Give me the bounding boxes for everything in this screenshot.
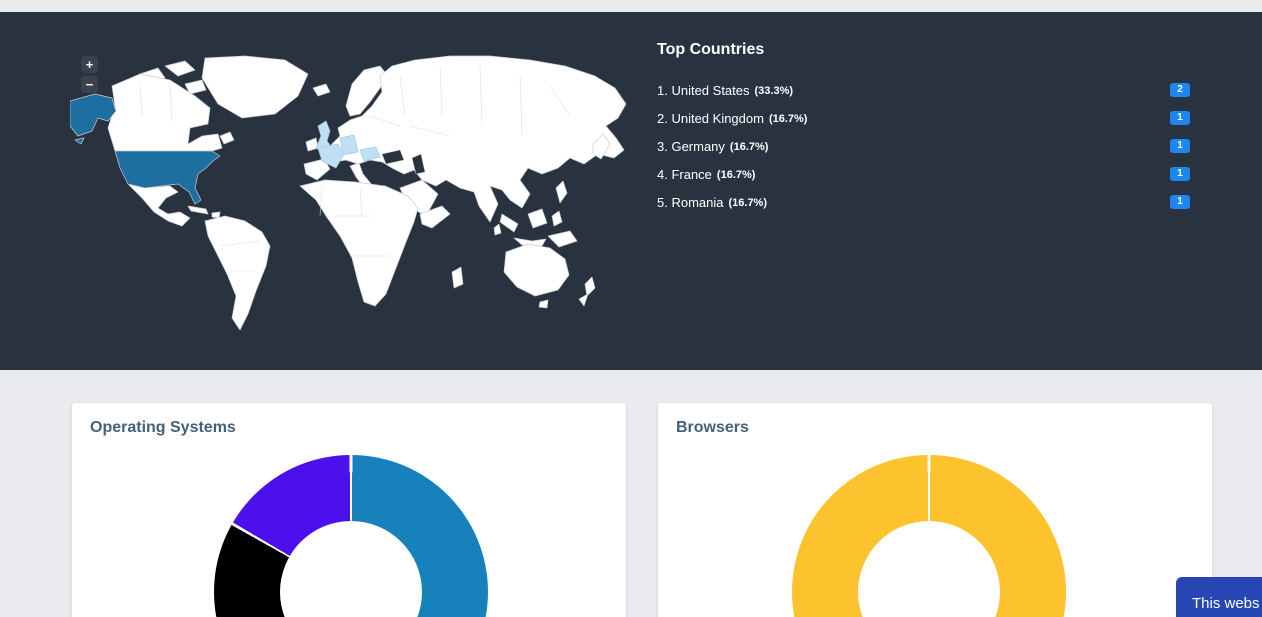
country-name: 1. United States: [657, 83, 750, 98]
country-list-item: 2. United Kingdom (16.7%) 1: [657, 104, 1190, 132]
country-list-item: 1. United States (33.3%) 2: [657, 76, 1190, 104]
country-percent: (16.7%): [717, 169, 756, 181]
country-name: 5. Romania: [657, 195, 723, 210]
country-percent: (33.3%): [755, 85, 794, 97]
top-countries-title: Top Countries: [657, 41, 1190, 59]
country-name: 3. Germany: [657, 139, 725, 154]
country-list-item: 5. Romania (16.7%) 1: [657, 188, 1190, 216]
card-title: Operating Systems: [72, 403, 626, 437]
map-country-united-states-aleutians[interactable]: [75, 138, 84, 144]
visitor-count-badge: 2: [1170, 83, 1190, 97]
country-percent: (16.7%): [730, 141, 769, 153]
country-percent: (16.7%): [728, 197, 767, 209]
cookie-toast-text: This webs: [1192, 595, 1260, 612]
browsers-card: Browsers: [658, 403, 1212, 617]
map-zoom-out-button[interactable]: −: [81, 76, 98, 93]
browsers-donut-chart: [792, 455, 1066, 617]
operating-systems-card: Operating Systems: [72, 403, 626, 617]
country-name: 2. United Kingdom: [657, 111, 764, 126]
top-countries-list: Top Countries 1. United States (33.3%) 2…: [657, 41, 1190, 216]
visitor-count-badge: 1: [1170, 111, 1190, 125]
country-percent: (16.7%): [769, 113, 808, 125]
world-map[interactable]: [70, 55, 640, 337]
country-list-item: 4. France (16.7%) 1: [657, 160, 1190, 188]
cookie-consent-toast[interactable]: This webs: [1176, 577, 1262, 617]
map-zoom-in-button[interactable]: +: [81, 56, 98, 73]
visitor-count-badge: 1: [1170, 195, 1190, 209]
country-name: 4. France: [657, 167, 712, 182]
map-landmass: [108, 56, 626, 330]
visitor-count-badge: 1: [1170, 167, 1190, 181]
country-list-item: 3. Germany (16.7%) 1: [657, 132, 1190, 160]
os-donut-chart: [214, 455, 488, 617]
visitor-count-badge: 1: [1170, 139, 1190, 153]
card-title: Browsers: [658, 403, 1212, 437]
visitor-map-panel: + − Top Countries 1. United States (33.3…: [0, 12, 1262, 370]
